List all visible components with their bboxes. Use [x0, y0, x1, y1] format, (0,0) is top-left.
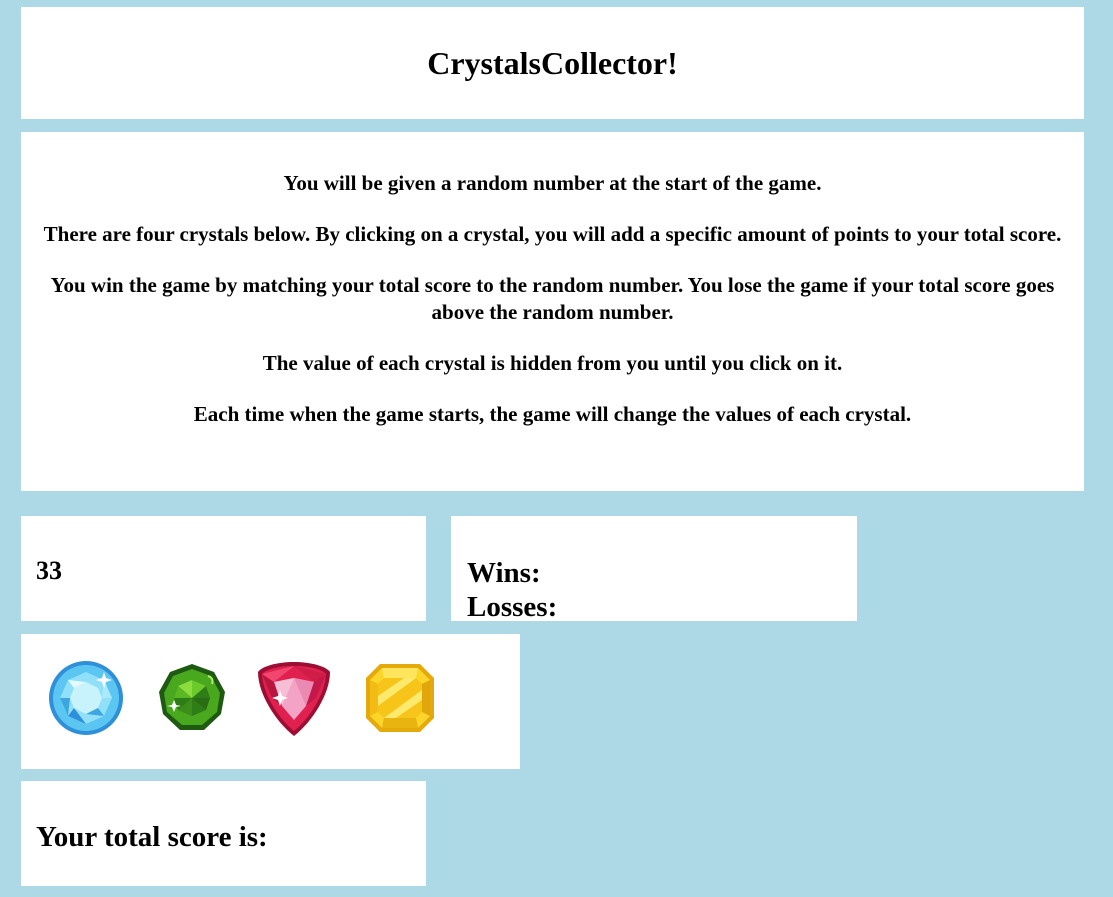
red-ruby-icon — [258, 662, 330, 736]
crystal-yellow-gem[interactable] — [360, 658, 440, 738]
crystals-panel — [21, 634, 520, 769]
losses-label: Losses: — [467, 591, 558, 621]
random-number-panel: 33 — [21, 516, 426, 621]
yellow-gem-icon — [366, 664, 434, 732]
green-gem-icon — [159, 664, 225, 730]
header-panel: CrystalsCollector! — [21, 7, 1084, 119]
blue-diamond-icon — [49, 661, 123, 735]
total-score-label: Your total score is: — [36, 821, 268, 853]
game-title: CrystalsCollector! — [427, 44, 678, 81]
instruction-line: You will be given a random number at the… — [283, 171, 822, 195]
score-panel: Your total score is: — [21, 781, 426, 886]
instruction-line: You win the game by matching your total … — [50, 273, 1055, 324]
crystal-red-ruby[interactable] — [254, 658, 334, 738]
instruction-line: The value of each crystal is hidden from… — [262, 351, 843, 375]
crystal-blue-diamond[interactable] — [46, 658, 126, 738]
crystal-green-gem[interactable] — [152, 658, 232, 738]
instructions-panel: You will be given a random number at the… — [21, 132, 1084, 491]
wins-label: Wins: — [467, 557, 541, 589]
instruction-line: Each time when the game starts, the game… — [193, 402, 912, 426]
stats-panel: Wins: Losses: — [451, 516, 857, 621]
random-number: 33 — [36, 556, 62, 585]
instruction-line: There are four crystals below. By clicki… — [43, 222, 1062, 246]
